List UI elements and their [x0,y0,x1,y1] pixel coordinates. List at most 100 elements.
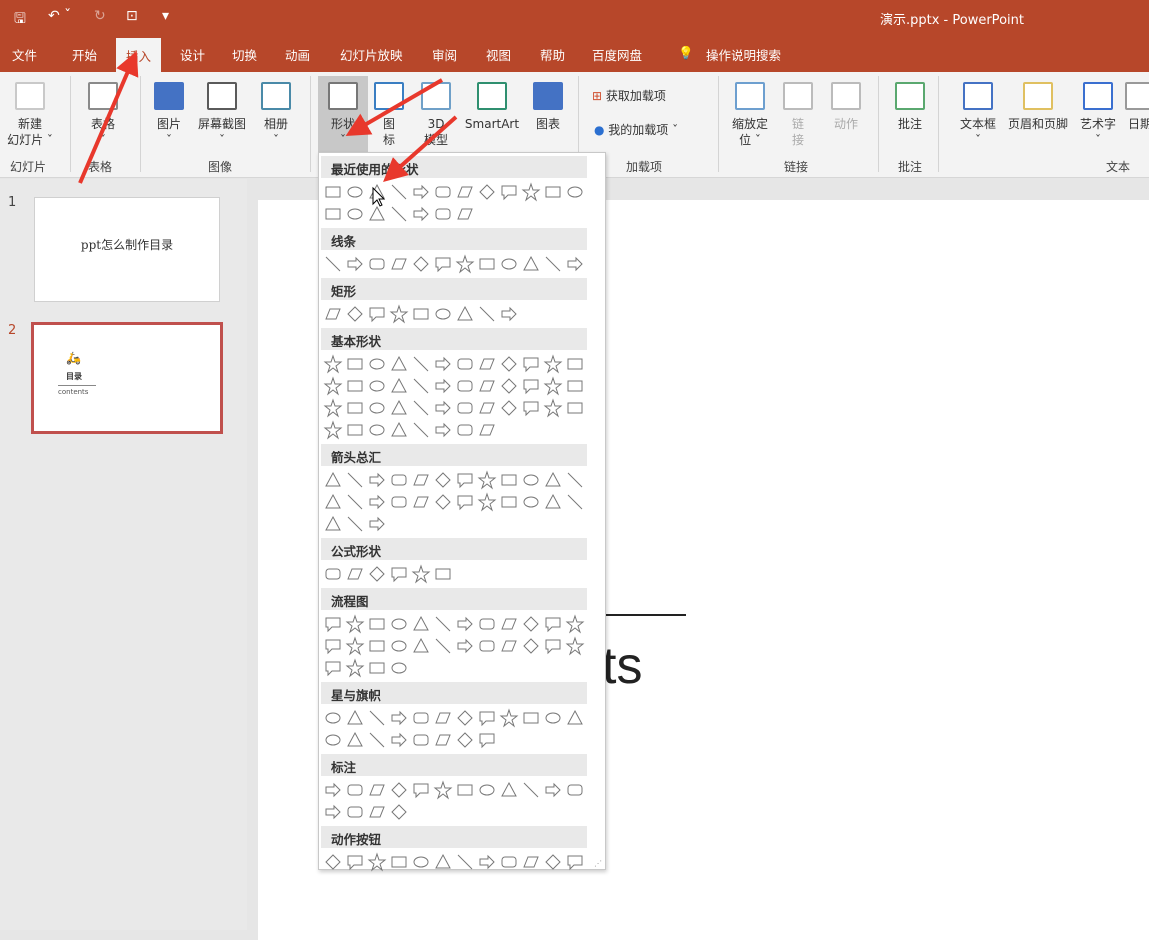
shape-option-icon[interactable] [367,730,387,750]
shape-option-icon[interactable] [565,780,585,800]
shape-option-icon[interactable] [565,354,585,374]
shape-option-icon[interactable] [345,492,365,512]
shape-option-icon[interactable] [345,304,365,324]
shape-option-icon[interactable] [323,182,343,202]
shape-option-icon[interactable] [345,470,365,490]
smartart-button[interactable]: SmartArt [458,76,526,132]
tab-1[interactable]: 开始 [72,45,97,64]
shape-option-icon[interactable] [367,492,387,512]
shape-option-icon[interactable] [543,708,563,728]
shape-option-icon[interactable] [389,730,409,750]
shape-option-icon[interactable] [345,780,365,800]
shape-option-icon[interactable] [499,304,519,324]
shape-option-icon[interactable] [323,708,343,728]
shape-option-icon[interactable] [565,614,585,634]
shape-option-icon[interactable] [389,354,409,374]
shape-option-icon[interactable] [543,398,563,418]
shape-option-icon[interactable] [389,564,409,584]
shape-option-icon[interactable] [411,182,431,202]
tab-3[interactable]: 设计 [180,45,205,64]
shape-option-icon[interactable] [433,492,453,512]
shape-option-icon[interactable] [367,304,387,324]
shape-option-icon[interactable] [455,852,475,872]
shape-option-icon[interactable] [499,470,519,490]
shape-option-icon[interactable] [367,614,387,634]
shape-option-icon[interactable] [455,492,475,512]
shape-option-icon[interactable] [455,304,475,324]
shape-option-icon[interactable] [323,780,343,800]
shape-option-icon[interactable] [521,254,541,274]
shape-option-icon[interactable] [521,636,541,656]
shape-option-icon[interactable] [499,398,519,418]
shape-option-icon[interactable] [389,614,409,634]
shape-option-icon[interactable] [477,398,497,418]
shape-option-icon[interactable] [433,398,453,418]
shape-option-icon[interactable] [323,304,343,324]
shape-option-icon[interactable] [345,730,365,750]
shape-option-icon[interactable] [411,852,431,872]
shape-option-icon[interactable] [521,780,541,800]
shape-option-icon[interactable] [389,658,409,678]
shape-option-icon[interactable] [543,852,563,872]
wordart-button[interactable]: 艺术字 ˇ [1074,76,1122,148]
shape-option-icon[interactable] [367,802,387,822]
tab-5[interactable]: 动画 [285,45,310,64]
link-button[interactable]: 链 接 [780,76,816,148]
tell-me-search[interactable]: 操作说明搜索 [706,45,781,64]
shape-option-icon[interactable] [367,636,387,656]
shape-option-icon[interactable] [389,304,409,324]
shape-option-icon[interactable] [323,376,343,396]
shape-option-icon[interactable] [543,636,563,656]
shape-option-icon[interactable] [345,376,365,396]
shape-option-icon[interactable] [521,398,541,418]
shape-option-icon[interactable] [521,354,541,374]
shape-option-icon[interactable] [455,354,475,374]
shape-option-icon[interactable] [565,492,585,512]
shape-option-icon[interactable] [565,636,585,656]
resize-grip-icon[interactable]: ⋰ [594,859,602,868]
shape-option-icon[interactable] [323,636,343,656]
shape-option-icon[interactable] [411,780,431,800]
shape-option-icon[interactable] [345,398,365,418]
tab-10[interactable]: 百度网盘 [592,45,642,64]
shape-option-icon[interactable] [433,730,453,750]
shape-option-icon[interactable] [455,636,475,656]
shape-option-icon[interactable] [345,420,365,440]
shape-option-icon[interactable] [367,182,387,202]
shape-option-icon[interactable] [345,852,365,872]
shape-option-icon[interactable] [323,492,343,512]
shape-option-icon[interactable] [411,730,431,750]
slide-thumbnail-1[interactable]: ppt怎么制作目录 [34,197,220,302]
shape-option-icon[interactable] [499,780,519,800]
shape-option-icon[interactable] [543,376,563,396]
shape-option-icon[interactable] [477,182,497,202]
shape-option-icon[interactable] [433,254,453,274]
shape-option-icon[interactable] [433,564,453,584]
save-icon[interactable]: 🖫 [14,8,26,32]
shape-option-icon[interactable] [323,420,343,440]
redo-icon[interactable]: ↻ [94,8,106,24]
shape-option-icon[interactable] [323,802,343,822]
shape-option-icon[interactable] [389,492,409,512]
shape-option-icon[interactable] [565,398,585,418]
shape-option-icon[interactable] [521,470,541,490]
shape-option-icon[interactable] [345,636,365,656]
zoom-button[interactable]: 缩放定 位 ˇ [724,76,776,148]
action-button[interactable]: 动作 [824,76,868,132]
shape-option-icon[interactable] [433,636,453,656]
shape-option-icon[interactable] [565,254,585,274]
date-button[interactable]: 日期 [1120,76,1149,132]
shape-option-icon[interactable] [323,852,343,872]
tab-4[interactable]: 切换 [232,45,257,64]
table-button[interactable]: 表格 ˇ [78,76,128,148]
shape-option-icon[interactable] [477,354,497,374]
present-icon[interactable]: ⊡ [126,8,138,24]
tab-6[interactable]: 幻灯片放映 [340,45,403,64]
shape-option-icon[interactable] [389,376,409,396]
shape-option-icon[interactable] [345,802,365,822]
shape-option-icon[interactable] [389,420,409,440]
customize-icon[interactable]: ▾ [162,8,169,24]
shape-option-icon[interactable] [389,636,409,656]
shape-option-icon[interactable] [433,780,453,800]
shape-option-icon[interactable] [499,614,519,634]
